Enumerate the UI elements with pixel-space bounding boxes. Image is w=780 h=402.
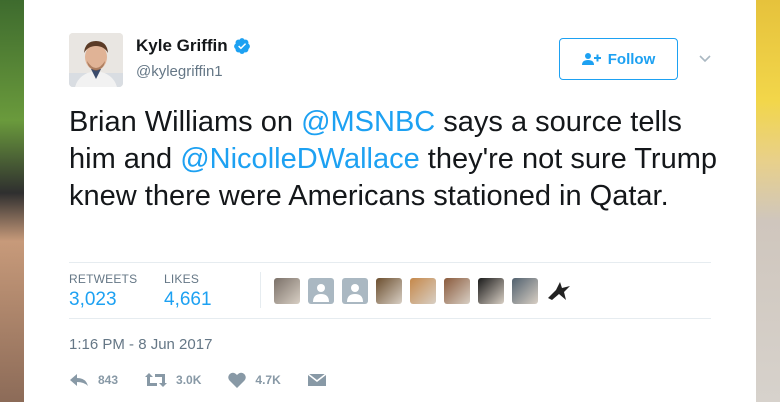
reply-count: 843 — [98, 373, 119, 387]
liker-avatar[interactable] — [512, 278, 538, 304]
verified-badge-icon — [233, 38, 250, 54]
likes-label: LIKES — [164, 272, 200, 286]
divider-bottom — [69, 318, 711, 319]
liker-avatar[interactable] — [376, 278, 402, 304]
background-right-edge — [756, 0, 780, 402]
mention-link[interactable]: @NicolleDWallace — [180, 143, 419, 175]
default-avatar-icon[interactable] — [342, 278, 368, 304]
direct-message-button[interactable] — [307, 373, 335, 387]
follow-button-label: Follow — [607, 50, 656, 68]
follow-button[interactable]: Follow — [559, 38, 678, 80]
chevron-down-icon[interactable] — [698, 52, 712, 66]
liker-avatar[interactable] — [478, 278, 504, 304]
retweets-value: 3,023 — [69, 289, 117, 310]
reply-button[interactable]: 843 — [69, 373, 118, 387]
tweet-text-segment: Brian Williams on — [69, 106, 302, 138]
likers-avatars — [274, 278, 580, 304]
author-handle[interactable]: @kylegriffin1 — [136, 63, 223, 80]
tweet-text: Brian Williams on @MSNBC says a source t… — [69, 104, 719, 215]
liker-avatar[interactable] — [410, 278, 436, 304]
mention-link[interactable]: @MSNBC — [301, 106, 435, 138]
author-name[interactable]: Kyle Griffin — [136, 36, 228, 56]
default-avatar-icon[interactable] — [308, 278, 334, 304]
likes-stat[interactable]: LIKES 4,661 — [164, 272, 212, 311]
background-left-edge — [0, 0, 24, 402]
retweets-stat[interactable]: RETWEETS 3,023 — [69, 272, 137, 311]
retweet-count: 3.0K — [176, 373, 202, 387]
tweet-card: Kyle Griffin @kylegriffin1 Follow Brian … — [24, 0, 756, 402]
divider-top — [69, 262, 711, 263]
likes-value: 4,661 — [164, 289, 212, 310]
tweet-actions: 843 3.0K 4.7K — [69, 372, 362, 388]
bird-icon[interactable] — [546, 278, 572, 304]
heart-icon — [228, 372, 247, 388]
stats-separator — [260, 272, 261, 308]
like-button[interactable]: 4.7K — [228, 372, 281, 388]
retweets-label: RETWEETS — [69, 272, 138, 286]
author-avatar[interactable] — [69, 33, 123, 87]
add-user-icon — [581, 53, 601, 65]
retweet-button[interactable]: 3.0K — [145, 373, 201, 387]
liker-avatar[interactable] — [444, 278, 470, 304]
envelope-icon — [307, 373, 326, 386]
reply-icon — [70, 374, 88, 386]
retweet-icon — [145, 373, 168, 387]
tweet-timestamp[interactable]: 1:16 PM - 8 Jun 2017 — [69, 336, 212, 353]
like-count: 4.7K — [255, 373, 281, 387]
liker-avatar[interactable] — [274, 278, 300, 304]
